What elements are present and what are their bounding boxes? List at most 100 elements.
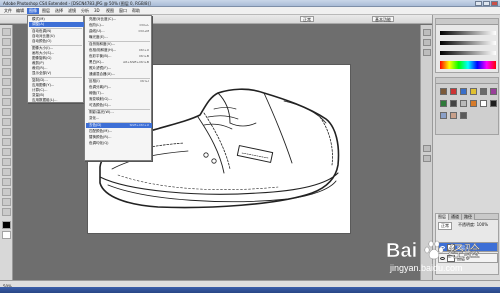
crop-tool-icon[interactable]	[2, 68, 11, 76]
adjust-preset-icon[interactable]	[440, 88, 447, 95]
minimize-button[interactable]	[475, 1, 482, 6]
adjust-item[interactable]: 色彩平衡(B)... Ctrl+B	[86, 54, 152, 59]
blend-mode-dropdown[interactable]: 正常	[438, 222, 452, 230]
adjust-item[interactable]: 曝光度(E)...	[86, 35, 152, 40]
layers-panel-tabs: 图层 通道 路径	[436, 214, 498, 220]
adjust-preset-icon[interactable]	[480, 100, 487, 107]
windows-taskbar	[0, 287, 500, 293]
menu-window[interactable]: 窗口	[117, 8, 129, 14]
color-ramp[interactable]	[440, 61, 496, 69]
adjust-preset-icon[interactable]	[460, 100, 467, 107]
adjust-item[interactable]: 自然饱和度(V)...	[86, 42, 152, 47]
menu-image[interactable]: 图像	[27, 8, 39, 14]
pen-tool-icon[interactable]	[2, 158, 11, 166]
adjust-item[interactable]: 色调均化(Q)	[86, 141, 152, 146]
adjust-preset-icon[interactable]	[460, 88, 467, 95]
adjust-item[interactable]: 阴影/高光(W)...	[86, 110, 152, 115]
adjust-preset-icon[interactable]	[490, 100, 497, 107]
eraser-tool-icon[interactable]	[2, 128, 11, 136]
image-menu-item[interactable]: 自动颜色(O)	[29, 39, 84, 44]
magic-wand-tool-icon[interactable]	[2, 58, 11, 66]
adjust-preset-icon[interactable]	[470, 100, 477, 107]
menu-edit[interactable]: 编辑	[14, 8, 26, 14]
adjust-item[interactable]: 色调分离(P)...	[86, 85, 152, 90]
history-brush-tool-icon[interactable]	[2, 118, 11, 126]
adjust-item[interactable]: 照片滤镜(F)...	[86, 66, 152, 71]
menu-bar: 文件 编辑 图像 图层 选择 滤镜 分析 3D 视图 窗口 帮助	[0, 7, 500, 15]
adjust-item[interactable]: 黑白(K)... Alt+Shift+Ctrl+B	[86, 60, 152, 65]
menu-filter[interactable]: 滤镜	[66, 8, 78, 14]
image-menu-item[interactable]: 应用数据组(L)...	[29, 98, 84, 103]
adjust-preset-icon[interactable]	[450, 100, 457, 107]
adjust-preset-icon[interactable]	[480, 88, 487, 95]
brush-tool-icon[interactable]	[2, 98, 11, 106]
menu-analysis[interactable]: 分析	[79, 8, 91, 14]
menu-layer[interactable]: 图层	[40, 8, 52, 14]
adjust-preset-icon[interactable]	[440, 112, 447, 119]
adjust-item[interactable]: 变化...	[86, 116, 152, 121]
adjust-item[interactable]: 可选颜色(S)...	[86, 103, 152, 108]
image-menu-item-adjust[interactable]: 调整(A)	[29, 22, 84, 27]
move-tool-icon[interactable]	[2, 28, 11, 36]
adjust-item[interactable]: 曲线(U)... Ctrl+M	[86, 29, 152, 34]
foreground-color-icon[interactable]	[2, 221, 11, 229]
color-slider-b[interactable]	[440, 51, 496, 55]
healing-brush-tool-icon[interactable]	[2, 88, 11, 96]
background-color-icon[interactable]	[2, 231, 11, 239]
shape-tool-icon[interactable]	[2, 188, 11, 196]
color-panel-tabs	[436, 19, 498, 25]
clone-source-panel-icon[interactable]	[423, 155, 431, 162]
gradient-tool-icon[interactable]	[2, 138, 11, 146]
history-panel-icon[interactable]	[423, 29, 431, 36]
adjust-preset-icon[interactable]	[490, 88, 497, 95]
adjust-item[interactable]: 反相(I) Ctrl+I	[86, 79, 152, 84]
adjust-item[interactable]: 色阶(L)... Ctrl+L	[86, 23, 152, 28]
lasso-tool-icon[interactable]	[2, 48, 11, 56]
brushes-panel-icon[interactable]	[423, 145, 431, 152]
adjust-item[interactable]: 阈值(T)...	[86, 91, 152, 96]
adjust-preset-icon[interactable]	[450, 88, 457, 95]
menu-file[interactable]: 文件	[2, 8, 14, 14]
tab-layers[interactable]: 图层	[436, 214, 449, 220]
adjust-preset-icon[interactable]	[450, 112, 457, 119]
menu-3d[interactable]: 3D	[92, 8, 102, 14]
tab-paths[interactable]: 路径	[462, 214, 475, 220]
image-menu-item[interactable]: 显示全部(V)	[29, 71, 84, 76]
adjust-preset-icon[interactable]	[460, 112, 467, 119]
mode-dropdown[interactable]: 正常	[300, 16, 314, 22]
menu-help[interactable]: 帮助	[130, 8, 142, 14]
adjust-item[interactable]: 替换颜色(R)...	[86, 135, 152, 140]
watermark-brand: Bai	[386, 240, 417, 262]
color-slider-r[interactable]	[440, 31, 496, 35]
color-slider-g[interactable]	[440, 41, 496, 45]
path-select-tool-icon[interactable]	[2, 178, 11, 186]
opacity-field[interactable]: 不透明度: 100%	[458, 222, 488, 228]
adjust-item-desaturate[interactable]: 去色(D) Shift+Ctrl+U	[86, 123, 152, 128]
eyedropper-tool-icon[interactable]	[2, 78, 11, 86]
tab-channels[interactable]: 通道	[449, 214, 462, 220]
info-panel-icon[interactable]	[423, 49, 431, 56]
adjustments-submenu: 亮度/对比度(C)... 色阶(L)... Ctrl+L 曲线(U)... Ctrl…	[84, 15, 152, 161]
window-controls	[475, 1, 498, 6]
watermark-url: jingyan.baidu.com	[389, 263, 463, 273]
hand-tool-icon[interactable]	[2, 198, 11, 206]
workspace-preset-dropdown[interactable]: 基本功能	[372, 16, 394, 22]
menu-view[interactable]: 视图	[104, 8, 116, 14]
stamp-tool-icon[interactable]	[2, 108, 11, 116]
marquee-tool-icon[interactable]	[2, 38, 11, 46]
type-tool-icon[interactable]	[2, 168, 11, 176]
adjust-item[interactable]: 通道混合器(X)...	[86, 72, 152, 77]
adjust-preset-icon[interactable]	[470, 88, 477, 95]
adjust-preset-icon[interactable]	[440, 100, 447, 107]
close-button[interactable]	[491, 1, 498, 6]
dodge-tool-icon[interactable]	[2, 148, 11, 156]
adjust-item[interactable]: 色相/饱和度(H)... Ctrl+U	[86, 48, 152, 53]
adjust-item[interactable]: 匹配颜色(M)...	[86, 129, 152, 134]
actions-panel-icon[interactable]	[423, 39, 431, 46]
image-menu: 模式(M) 调整(A) 自动色调(N) 自动对比度(U) 自动颜色(O) 图像大…	[27, 15, 84, 103]
adjust-item[interactable]: 亮度/对比度(C)...	[86, 17, 152, 22]
menu-select[interactable]: 选择	[53, 8, 65, 14]
zoom-tool-icon[interactable]	[2, 208, 11, 216]
adjust-item[interactable]: 渐变映射(G)...	[86, 97, 152, 102]
maximize-button[interactable]	[483, 1, 490, 6]
